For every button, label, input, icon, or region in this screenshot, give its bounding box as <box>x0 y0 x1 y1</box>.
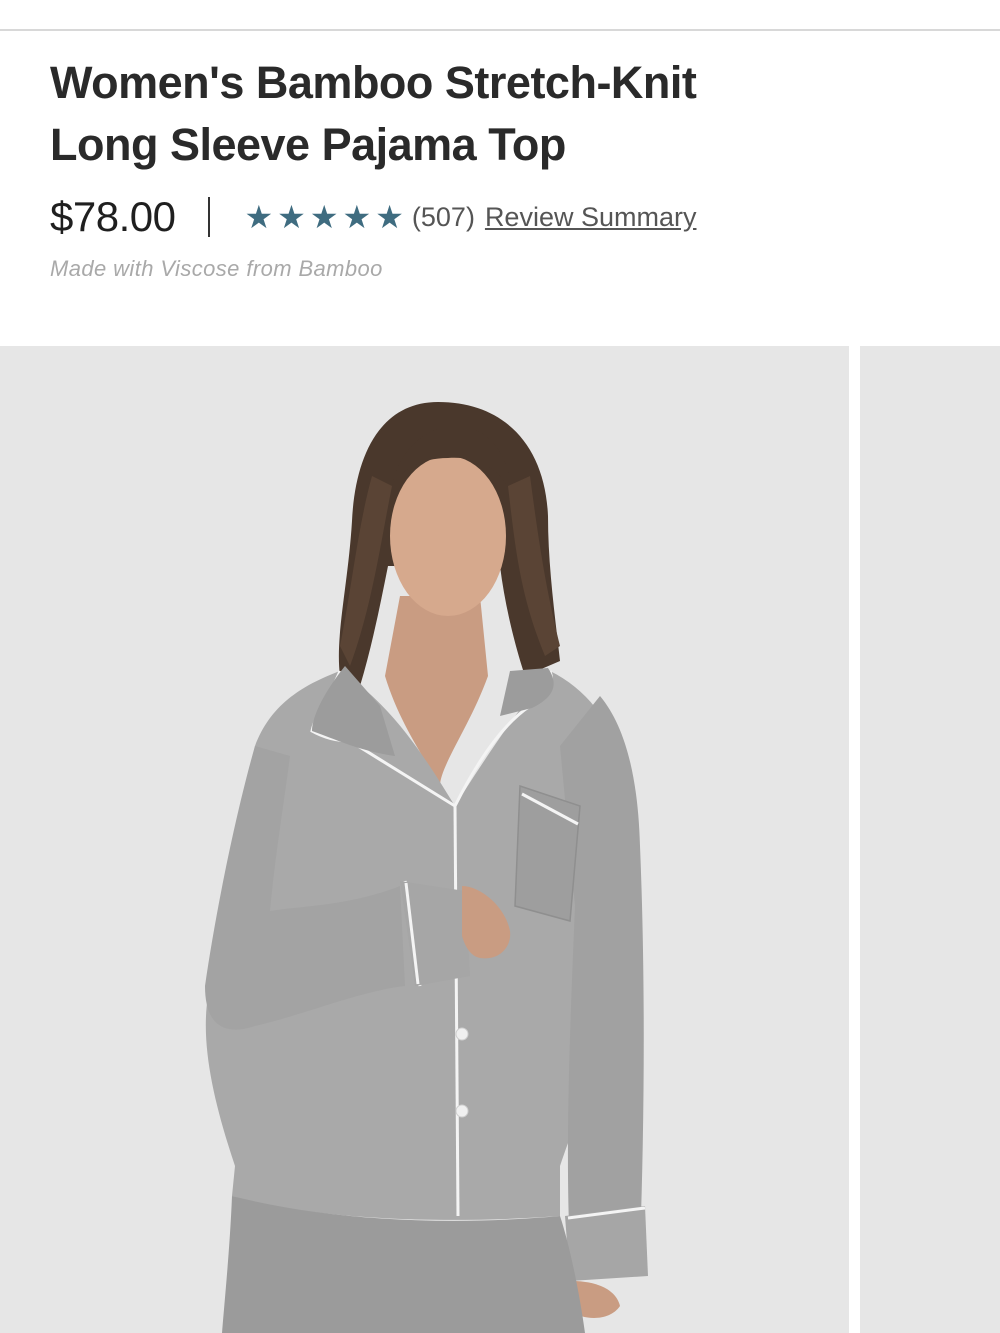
product-photo <box>0 346 849 1333</box>
product-subtitle: Made with Viscose from Bamboo <box>50 256 383 281</box>
product-price: $78.00 <box>50 193 176 240</box>
star-icon: ★ <box>342 199 372 235</box>
price-separator <box>208 197 211 237</box>
star-icon: ★ <box>309 199 339 235</box>
product-image-gallery[interactable] <box>0 346 1000 1333</box>
star-icon: ★ <box>277 199 306 235</box>
product-title-line-1: Women's Bamboo Stretch-Knit <box>50 57 697 108</box>
product-title: Women's Bamboo Stretch-Knit Long Sleeve … <box>50 52 950 176</box>
product-title-line-2: Long Sleeve Pajama Top <box>50 119 566 170</box>
review-count[interactable]: (507) <box>412 202 475 233</box>
star-icon: ★ <box>244 199 274 235</box>
gallery-slide-main[interactable] <box>0 346 849 1333</box>
star-icon: ★ <box>375 199 404 235</box>
gallery-slide-next[interactable] <box>860 346 1000 1333</box>
rating-stars[interactable]: ★ ★ ★ ★ ★ <box>244 201 407 233</box>
top-divider <box>0 29 1000 31</box>
price-rating-row: $78.00 ★ ★ ★ ★ ★ (507) Review Summary <box>50 190 696 244</box>
review-summary-link[interactable]: Review Summary <box>485 202 697 233</box>
